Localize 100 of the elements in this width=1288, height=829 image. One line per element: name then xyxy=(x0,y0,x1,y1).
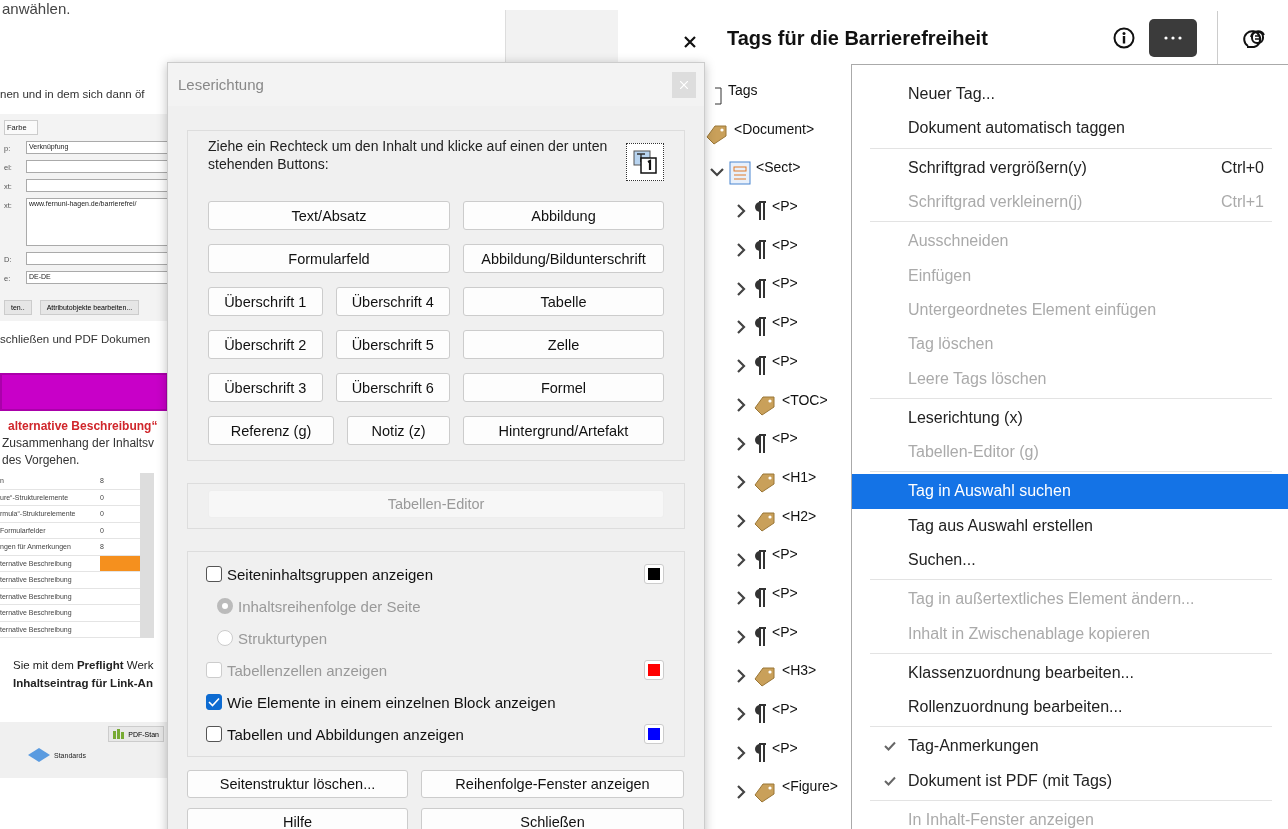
more-options-button[interactable] xyxy=(1149,19,1197,57)
option-label: Seiteninhaltsgruppen anzeigen xyxy=(227,565,434,583)
chevron-right-icon[interactable] xyxy=(736,359,746,374)
tag-button[interactable]: Referenz (g) xyxy=(208,416,335,445)
comment-icon[interactable] xyxy=(1242,27,1266,49)
color-swatch[interactable] xyxy=(644,564,664,584)
tree-item[interactable]: <P> xyxy=(772,578,798,601)
tag-button[interactable]: Text/Absatz xyxy=(208,201,450,230)
paragraph-icon xyxy=(753,278,767,299)
tree-item[interactable]: <Document> xyxy=(734,114,815,137)
chevron-right-icon[interactable] xyxy=(736,552,746,567)
color-swatch[interactable] xyxy=(644,660,664,680)
tree-item[interactable]: <P> xyxy=(772,308,798,331)
chevron-right-icon[interactable] xyxy=(736,707,746,722)
option-label: Inhaltsreihenfolge der Seite xyxy=(238,597,422,615)
dialog-button[interactable]: Hilfe xyxy=(187,808,408,829)
tree-item[interactable]: <Figure> xyxy=(782,772,839,795)
tag-button[interactable]: Überschrift 5 xyxy=(335,330,450,359)
paragraph-icon xyxy=(753,201,767,222)
input-field[interactable] xyxy=(26,252,168,265)
chevron-down-icon[interactable] xyxy=(710,168,724,178)
select-tool-button[interactable] xyxy=(626,143,664,181)
tag-button[interactable]: Überschrift 4 xyxy=(335,287,450,316)
tag-button[interactable]: Überschrift 2 xyxy=(208,330,323,359)
menu-item[interactable]: Dokument automatisch taggen xyxy=(852,111,1288,146)
menu-item[interactable]: Rollenzuordnung bearbeiten... xyxy=(852,690,1288,725)
document-text: Inhaltseintrag für Link-An xyxy=(13,676,154,691)
tree-item[interactable]: <H3> xyxy=(782,656,817,679)
menu-item[interactable]: Klassenzuordnung bearbeiten... xyxy=(852,655,1288,691)
chevron-right-icon[interactable] xyxy=(736,746,746,761)
tree-item[interactable]: <P> xyxy=(772,695,798,717)
tag-button[interactable]: Überschrift 1 xyxy=(208,287,323,316)
tree-item[interactable]: <P> xyxy=(772,230,798,253)
tag-button[interactable]: Formel xyxy=(463,373,664,402)
document-text: Sie mit dem Preflight Werk xyxy=(13,658,155,673)
info-icon[interactable] xyxy=(1113,27,1135,49)
tree-item[interactable]: Tags xyxy=(728,76,758,98)
menu-item[interactable]: Tag-Anmerkungen xyxy=(852,729,1288,764)
menu-item[interactable]: Suchen... xyxy=(852,542,1288,578)
menu-item[interactable]: Tag aus Auswahl erstellen xyxy=(852,508,1288,543)
checkbox[interactable] xyxy=(206,566,222,582)
chevron-right-icon[interactable] xyxy=(736,243,746,258)
tag-button[interactable]: Überschrift 3 xyxy=(208,373,323,402)
paragraph-icon xyxy=(753,240,767,261)
tree-item[interactable]: <H1> xyxy=(782,462,817,485)
tree-item[interactable]: <P> xyxy=(772,192,798,215)
chevron-right-icon[interactable] xyxy=(736,281,746,296)
diamond-icon xyxy=(28,748,50,762)
chevron-right-icon[interactable] xyxy=(736,320,746,335)
checkbox[interactable] xyxy=(206,694,222,710)
tree-item[interactable]: <P> xyxy=(772,733,798,756)
chevron-right-icon[interactable] xyxy=(736,591,746,606)
document-section-icon xyxy=(729,160,751,185)
chevron-right-icon[interactable] xyxy=(736,513,746,528)
option-label: Wie Elemente in einem einzelnen Block anzeigen xyxy=(227,693,557,711)
chevron-right-icon[interactable] xyxy=(736,397,746,412)
tree-item[interactable]: <P> xyxy=(772,424,798,447)
tag-icon xyxy=(753,393,777,416)
tag-button[interactable]: Zelle xyxy=(463,330,664,359)
menu-item[interactable]: Schriftgrad vergrößern(y) Ctrl+0 xyxy=(852,150,1288,185)
tag-icon xyxy=(753,471,777,494)
chevron-right-icon[interactable] xyxy=(736,784,746,799)
tag-button[interactable]: Abbildung/Bildunterschrift xyxy=(463,244,664,273)
checkbox[interactable] xyxy=(206,726,222,742)
tree-item[interactable]: <P> xyxy=(772,269,798,292)
tree-item[interactable]: <P> xyxy=(772,540,798,563)
menu-item[interactable]: Dokument ist PDF (mit Tags) xyxy=(852,763,1288,798)
menu-item[interactable]: Neuer Tag... xyxy=(852,77,1288,112)
tag-icon xyxy=(753,780,777,803)
input-field[interactable] xyxy=(26,160,168,173)
close-icon[interactable] xyxy=(684,36,696,48)
color-swatch[interactable] xyxy=(644,724,664,744)
tag-button[interactable]: Notiz (z) xyxy=(347,416,450,445)
tree-item[interactable]: <P> xyxy=(772,346,798,369)
chevron-right-icon[interactable] xyxy=(736,475,746,490)
close-icon xyxy=(680,80,688,89)
dialog-button[interactable]: Schließen xyxy=(421,808,684,829)
chevron-right-icon[interactable] xyxy=(736,204,746,219)
menu-item[interactable]: Leserichtung (x) xyxy=(852,400,1288,435)
input-field[interactable] xyxy=(26,179,168,192)
tree-item[interactable]: <P> xyxy=(772,617,798,640)
tree-item[interactable]: <Sect> xyxy=(756,153,801,176)
tree-item[interactable]: <TOC> xyxy=(782,385,828,408)
chevron-right-icon[interactable] xyxy=(736,436,746,451)
chevron-right-icon[interactable] xyxy=(736,629,746,644)
tree-item[interactable]: <H2> xyxy=(782,501,817,524)
tag-button[interactable]: Formularfeld xyxy=(208,244,450,273)
panel-title: Tags für die Barrierefreiheit xyxy=(727,26,988,50)
instruction-text: Ziehe ein Rechteck um den Inhalt und klicke auf einen der unten stehenden Buttons: xyxy=(208,137,609,173)
chevron-right-icon[interactable] xyxy=(736,668,746,683)
tag-button[interactable]: Abbildung xyxy=(463,201,664,230)
menu-item[interactable]: Tag in Auswahl suchen xyxy=(852,474,1288,509)
dialog-button[interactable]: Seitenstruktur löschen... xyxy=(187,770,408,798)
paragraph-icon xyxy=(753,433,767,454)
tag-button[interactable]: Hintergrund/Artefakt xyxy=(463,416,664,445)
tag-button[interactable]: Tabelle xyxy=(463,287,664,316)
tag-button[interactable]: Überschrift 6 xyxy=(335,373,450,402)
dialog-button[interactable]: Reihenfolge-Fenster anzeigen xyxy=(421,770,684,798)
tag-icon xyxy=(753,509,777,532)
option-label: Tabellen und Abbildungen anzeigen xyxy=(227,725,465,743)
